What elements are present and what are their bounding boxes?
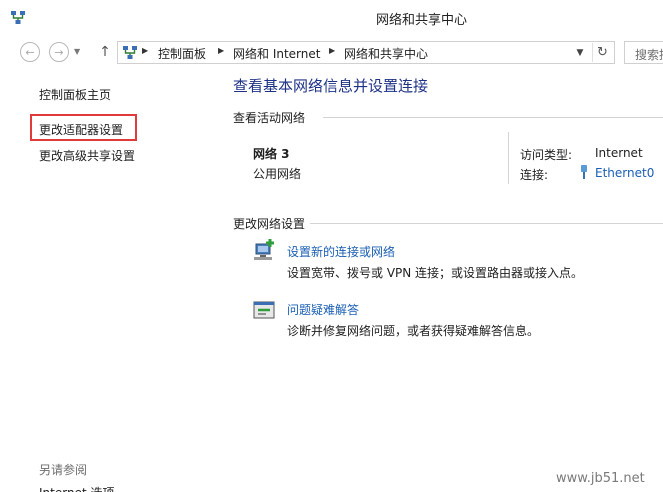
troubleshoot-desc: 诊断并修复网络问题，或者获得疑难解答信息。: [287, 324, 540, 338]
sidebar-item-change-adapter[interactable]: 更改适配器设置: [39, 121, 123, 138]
breadcrumb-separator-icon[interactable]: ▶: [329, 46, 335, 55]
title-bar: 网络和共享中心: [0, 0, 663, 36]
sidebar-item-internet-options[interactable]: Internet 选项: [39, 484, 114, 492]
network-name: 网络 3: [253, 147, 290, 161]
vertical-divider: [508, 132, 509, 184]
setup-connection-desc: 设置宽带、拨号或 VPN 连接；或设置路由器或接入点。: [287, 266, 584, 280]
up-arrow-icon: ↑: [99, 44, 111, 60]
change-settings-header: 更改网络设置: [233, 217, 306, 231]
up-button[interactable]: ↑: [98, 42, 112, 62]
ethernet-icon: [581, 165, 587, 179]
new-connection-icon: [254, 239, 274, 260]
breadcrumb-control-panel[interactable]: 控制面板: [158, 45, 206, 62]
search-placeholder: 搜索控: [635, 48, 663, 62]
breadcrumb-separator-icon[interactable]: ▶: [142, 46, 148, 55]
back-button[interactable]: ←: [20, 42, 40, 62]
active-networks-header: 查看活动网络: [233, 111, 306, 125]
section-divider: [310, 223, 663, 224]
sidebar-item-control-panel-home[interactable]: 控制面板主页: [39, 86, 111, 103]
main-content: 查看基本网络信息并设置连接 查看活动网络 网络 3 公用网络 访问类型: Int…: [218, 68, 663, 492]
troubleshoot-icon: [253, 301, 275, 319]
breadcrumb-sharing-center[interactable]: 网络和共享中心: [344, 45, 428, 62]
forward-arrow-icon: →: [54, 45, 64, 59]
troubleshoot-link[interactable]: 问题疑难解答: [287, 301, 359, 318]
refresh-icon[interactable]: ↻: [592, 43, 612, 62]
page-title: 查看基本网络信息并设置连接: [233, 77, 429, 95]
forward-button[interactable]: →: [49, 42, 69, 62]
network-icon: [123, 46, 137, 59]
recent-chevron-icon[interactable]: ▼: [74, 47, 80, 56]
chevron-down-icon[interactable]: ▼: [573, 45, 587, 61]
setup-connection-link[interactable]: 设置新的连接或网络: [287, 243, 395, 260]
address-bar[interactable]: ▶ 控制面板 ▶ 网络和 Internet ▶ 网络和共享中心 ▼ ↻: [117, 41, 615, 64]
search-input[interactable]: 搜索控: [624, 41, 663, 64]
section-divider: [323, 117, 663, 118]
watermark: www.jb51.net: [556, 471, 645, 486]
access-type-label: 访问类型:: [520, 148, 573, 162]
breadcrumb-network-internet[interactable]: 网络和 Internet: [233, 45, 320, 62]
connection-label: 连接:: [520, 168, 549, 182]
see-also-heading: 另请参阅: [39, 463, 88, 477]
access-type-value: Internet: [595, 146, 643, 160]
address-row: ← → ▼ ↑ ▶ 控制面板 ▶ 网络和 Internet ▶ 网络和共享中心 …: [0, 36, 663, 68]
sidebar-item-advanced-sharing[interactable]: 更改高级共享设置: [39, 147, 135, 164]
window-title: 网络和共享中心: [375, 13, 467, 28]
back-arrow-icon: ←: [25, 45, 35, 59]
network-category-link[interactable]: 公用网络: [253, 165, 301, 182]
sidebar: 控制面板主页 更改适配器设置 更改高级共享设置 另请参阅 Internet 选项: [0, 68, 218, 492]
breadcrumb-separator-icon[interactable]: ▶: [218, 46, 224, 55]
connection-link[interactable]: Ethernet0: [595, 166, 654, 180]
